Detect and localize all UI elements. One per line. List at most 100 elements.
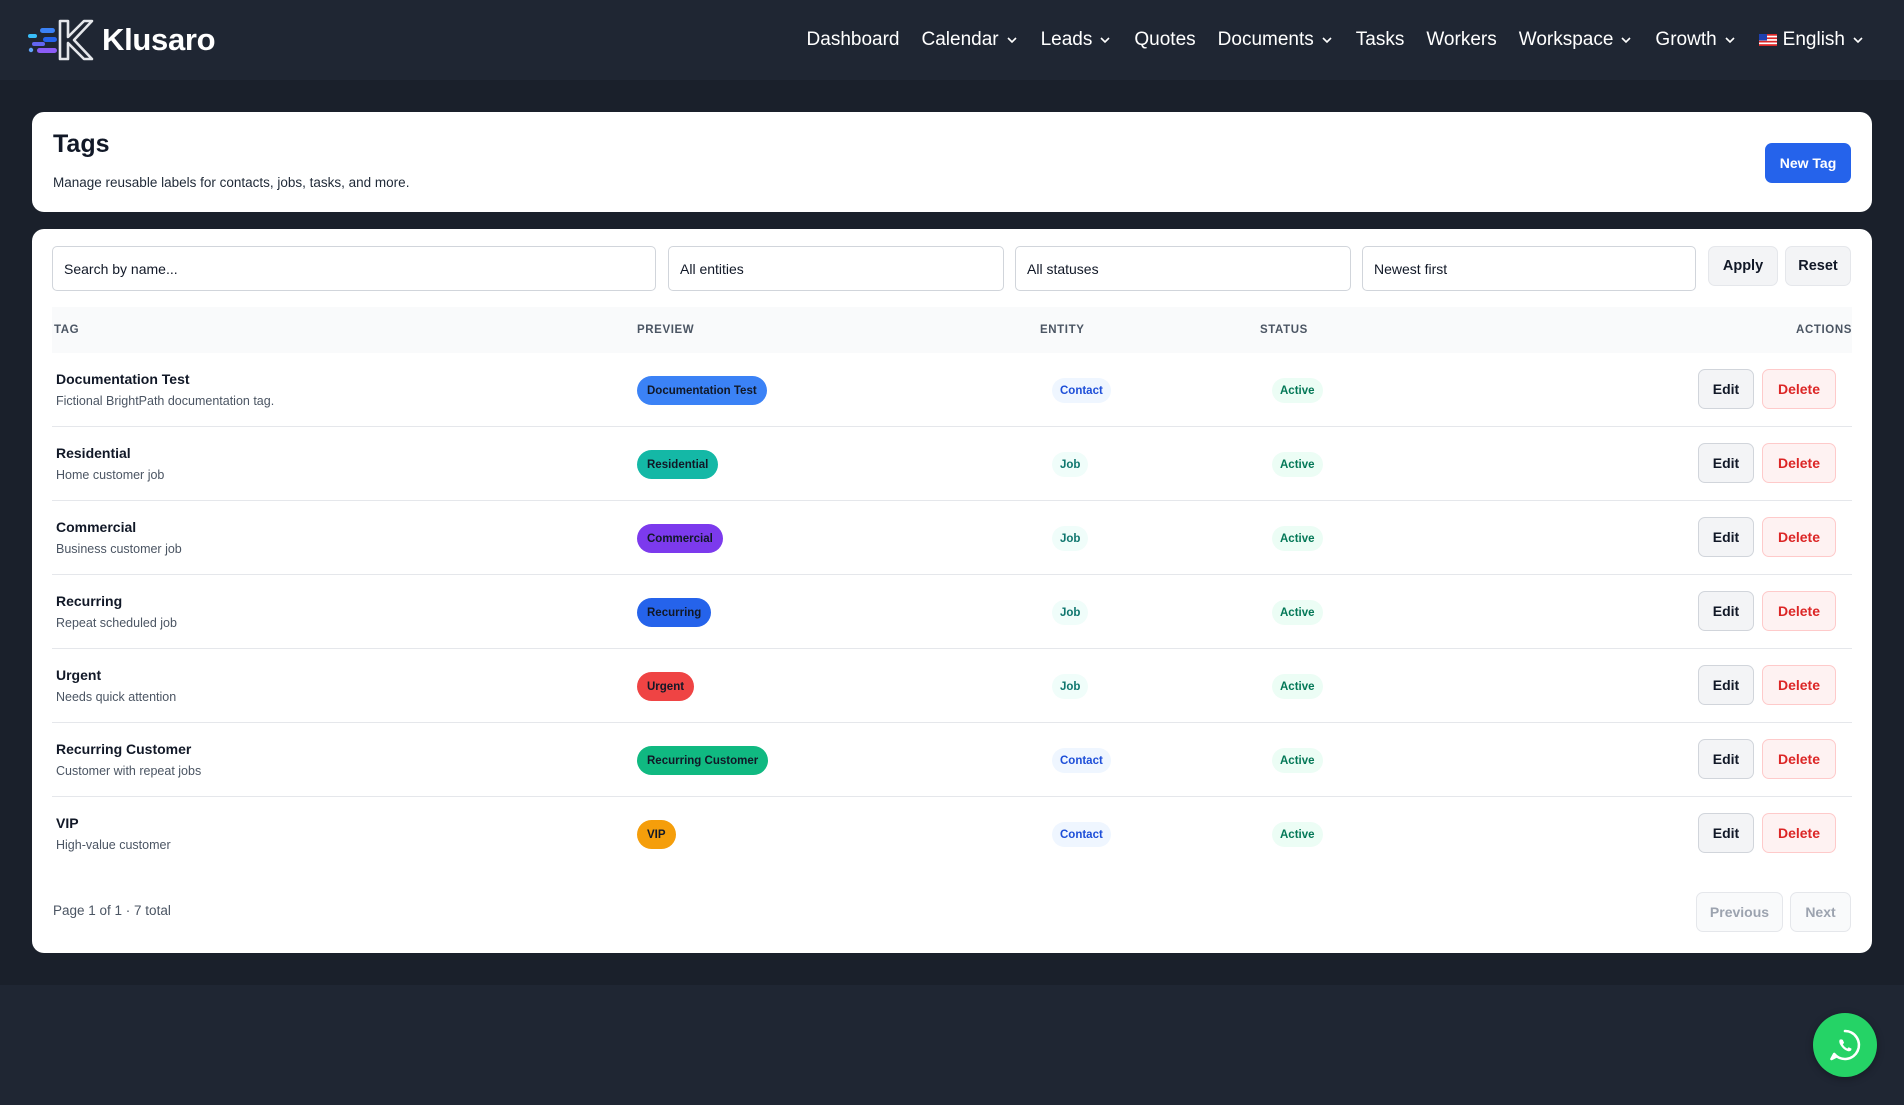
delete-button[interactable]: Delete [1762,665,1836,705]
edit-button[interactable]: Edit [1698,443,1754,483]
tag-preview-chip: Recurring Customer [637,746,769,775]
table-header: TAG PREVIEW ENTITY STATUS ACTIONS [52,307,1852,353]
entity-badge: Job [1052,526,1089,551]
entity-badge: Job [1052,600,1089,625]
edit-button[interactable]: Edit [1698,739,1754,779]
nav-growth[interactable]: Growth [1644,29,1747,51]
entity-badge: Job [1052,674,1089,699]
reset-button[interactable]: Reset [1785,246,1851,286]
table-row: Documentation Test Fictional BrightPath d… [52,353,1852,427]
delete-button[interactable]: Delete [1762,591,1836,631]
edit-button[interactable]: Edit [1698,665,1754,705]
brand-name: Klusaro [102,22,216,57]
chevron-down-icon [1322,37,1332,44]
tag-name: Recurring Customer [56,741,192,757]
whatsapp-icon [1830,1029,1861,1061]
tag-preview-chip: Urgent [637,672,695,701]
nav-label: Documents [1217,29,1314,50]
status-badge: Active [1272,378,1323,403]
tag-description: Fictional BrightPath documentation tag. [56,394,275,408]
nav-dashboard[interactable]: Dashboard [796,29,911,51]
nav-label: Leads [1040,29,1093,50]
search-input[interactable]: Search by name... [52,246,656,291]
previous-page-button[interactable]: Previous [1696,892,1783,932]
table-row: Residential Home customer job Residential J… [52,427,1852,501]
table-row: VIP High-value customer VIP Contact Active Ed… [52,797,1852,871]
chevron-down-icon [1725,37,1735,44]
column-header-status: STATUS [1260,324,1308,336]
chevron-down-icon [1100,37,1110,44]
nav-label: Quotes [1134,29,1196,50]
tag-description: Home customer job [56,468,165,482]
tag-preview-chip: Commercial [637,524,723,553]
nav-label: Growth [1655,29,1717,50]
entity-badge: Contact [1052,378,1111,403]
nav-workers[interactable]: Workers [1415,29,1507,51]
status-badge: Active [1272,526,1323,551]
page-title: Tags [53,130,110,158]
brand-logo[interactable]: Klusaro [26,17,216,63]
delete-button[interactable]: Delete [1762,369,1836,409]
table-row: Recurring Customer Customer with repeat j… [52,723,1852,797]
delete-button[interactable]: Delete [1762,443,1836,483]
column-header-tag: TAG [54,324,80,336]
top-navbar: Klusaro Dashboard Calendar Leads Quotes … [0,0,1904,80]
nav-label: Calendar [921,29,999,50]
table-row: Urgent Needs quick attention Urgent Job Acti… [52,649,1852,723]
delete-button[interactable]: Delete [1762,517,1836,557]
entity-filter-select[interactable]: All entities [668,246,1004,291]
tag-description: Repeat scheduled job [56,616,177,630]
tag-description: Business customer job [56,542,182,556]
nav-label: Workers [1426,29,1497,50]
edit-button[interactable]: Edit [1698,517,1754,557]
tag-name: Recurring [56,593,123,609]
whatsapp-button[interactable] [1813,1013,1877,1077]
status-badge: Active [1272,452,1323,477]
entity-badge: Contact [1052,822,1111,847]
tag-name: Urgent [56,667,102,683]
edit-button[interactable]: Edit [1698,591,1754,631]
status-badge: Active [1272,600,1323,625]
tag-description: Customer with repeat jobs [56,764,202,778]
edit-button[interactable]: Edit [1698,369,1754,409]
nav-tasks[interactable]: Tasks [1345,29,1416,51]
tag-name: Residential [56,445,131,461]
us-flag-icon [1758,34,1777,46]
logo-icon [28,19,94,61]
nav-workspace[interactable]: Workspace [1508,29,1645,51]
tag-name: Documentation Test [56,371,190,387]
column-header-actions: ACTIONS [1796,324,1852,336]
chevron-down-icon [1621,37,1631,44]
table-row: Commercial Business customer job Commercia… [52,501,1852,575]
entity-badge: Job [1052,452,1089,477]
column-header-entity: ENTITY [1040,324,1085,336]
nav-quotes[interactable]: Quotes [1123,29,1206,51]
tag-description: High-value customer [56,838,171,852]
tag-name: Commercial [56,519,137,535]
tag-preview-chip: Residential [637,450,719,479]
pagination-info: Page 1 of 1 · 7 total [53,903,171,918]
column-header-preview: PREVIEW [637,324,695,336]
edit-button[interactable]: Edit [1698,813,1754,853]
nav-label: Workspace [1518,29,1614,50]
language-label: English [1782,29,1845,50]
language-selector[interactable]: English [1748,29,1876,51]
page-header-card: Tags Manage reusable labels for contacts… [32,112,1872,212]
page-subtitle: Manage reusable labels for contacts, job… [53,175,410,190]
status-filter-select[interactable]: All statuses [1015,246,1351,291]
next-page-button[interactable]: Next [1790,892,1851,932]
tag-preview-chip: VIP [637,820,676,849]
nav-label: Dashboard [806,29,900,50]
new-tag-button[interactable]: New Tag [1765,143,1851,183]
tag-name: VIP [56,815,79,831]
delete-button[interactable]: Delete [1762,739,1836,779]
nav-calendar[interactable]: Calendar [911,29,1030,51]
chevron-down-icon [1007,37,1017,44]
nav-leads[interactable]: Leads [1030,29,1124,51]
delete-button[interactable]: Delete [1762,813,1836,853]
tag-preview-chip: Documentation Test [637,376,767,405]
nav-documents[interactable]: Documents [1207,29,1345,51]
tag-description: Needs quick attention [56,690,177,704]
apply-button[interactable]: Apply [1708,246,1778,286]
sort-select[interactable]: Newest first [1362,246,1696,291]
